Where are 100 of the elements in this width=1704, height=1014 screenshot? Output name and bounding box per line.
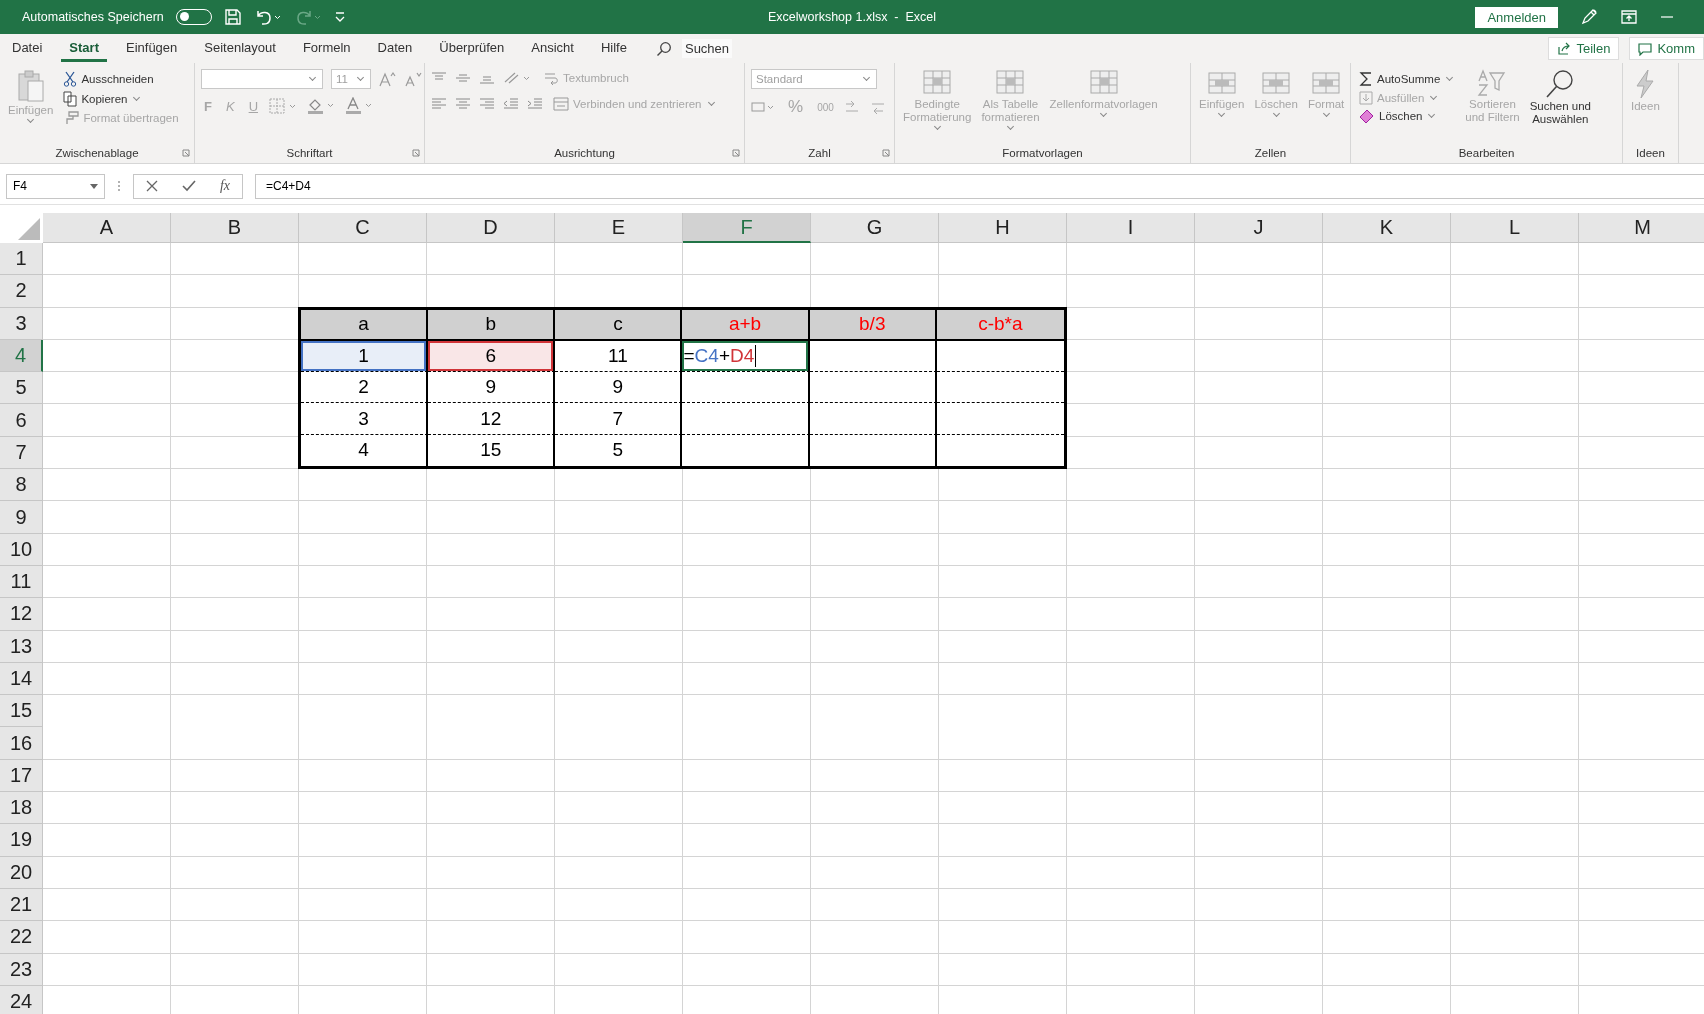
decrease-indent-icon[interactable] xyxy=(503,97,519,111)
table-header-cell: b xyxy=(428,309,556,341)
table-header-cell: b/3 xyxy=(809,309,937,341)
search-field[interactable]: Suchen xyxy=(681,39,733,58)
table-header-cell: c-b*a xyxy=(936,309,1064,341)
name-box[interactable]: F4 xyxy=(6,173,105,199)
sign-in-button[interactable]: Anmelden xyxy=(1475,6,1558,28)
ribbon-tab[interactable]: Datei xyxy=(4,35,51,62)
row-header[interactable]: 19 xyxy=(0,824,43,857)
align-left-icon[interactable] xyxy=(431,97,447,111)
column-header[interactable]: G xyxy=(811,213,939,243)
row-header[interactable]: 17 xyxy=(0,759,43,793)
column-header[interactable]: D xyxy=(427,213,555,243)
row-header[interactable]: 5 xyxy=(0,372,43,405)
formula-edit-cell[interactable]: =C4+D4 xyxy=(682,340,810,373)
row-header[interactable]: 11 xyxy=(0,565,43,599)
row-header[interactable]: 23 xyxy=(0,953,43,986)
dialog-launcher-icon[interactable] xyxy=(882,149,890,157)
ribbon-tab[interactable]: Überprüfen xyxy=(431,35,513,62)
cells-grid-icon xyxy=(1311,69,1342,97)
align-right-icon[interactable] xyxy=(479,97,495,111)
dialog-launcher-icon[interactable] xyxy=(732,149,740,157)
group-label: Zwischenablage xyxy=(55,147,139,159)
wrap-text-icon xyxy=(543,70,559,86)
cut-button[interactable]: Ausschneiden xyxy=(61,70,181,88)
select-all-icon[interactable] xyxy=(18,218,40,240)
row-header[interactable]: 4 xyxy=(0,339,43,373)
increase-decimal-icon[interactable] xyxy=(844,99,861,115)
group-label: Schriftart xyxy=(286,147,333,159)
group-label: Bearbeiten xyxy=(1458,147,1515,159)
share-icon xyxy=(1557,41,1572,56)
row-header[interactable]: 12 xyxy=(0,598,43,631)
ribbon-tab[interactable]: Daten xyxy=(369,35,421,62)
column-header[interactable]: C xyxy=(299,213,427,243)
find-select-button[interactable]: Suchen und Auswählen xyxy=(1527,67,1593,126)
copy-button[interactable]: Kopieren xyxy=(61,90,181,108)
column-header[interactable]: H xyxy=(939,213,1067,243)
autosum-button[interactable]: AutoSumme xyxy=(1357,70,1458,88)
save-icon[interactable] xyxy=(223,8,242,26)
ribbon-tab[interactable]: Seitenlayout xyxy=(196,35,284,62)
row-header[interactable]: 7 xyxy=(0,436,43,470)
row-header[interactable]: 20 xyxy=(0,856,43,889)
column-header[interactable]: F xyxy=(683,213,811,243)
table-cell: 9 xyxy=(555,372,683,404)
font-name-field[interactable] xyxy=(201,69,323,89)
row-header[interactable]: 14 xyxy=(0,662,43,696)
grow-font-icon[interactable] xyxy=(379,71,397,87)
cancel-icon[interactable] xyxy=(145,180,158,192)
row-header[interactable]: 10 xyxy=(0,533,43,566)
ribbon-display-icon[interactable] xyxy=(1620,9,1638,25)
row-header[interactable]: 15 xyxy=(0,695,43,728)
row-header[interactable]: 2 xyxy=(0,275,43,308)
ribbon-tab[interactable]: Ansicht xyxy=(523,35,582,62)
group-label: Ideen xyxy=(1636,147,1665,159)
formula-field[interactable]: =C4+D4 xyxy=(255,173,1704,199)
dialog-launcher-icon[interactable] xyxy=(412,149,420,157)
ribbon-tab[interactable]: Einfügen xyxy=(118,35,186,62)
clipboard-icon xyxy=(15,69,46,103)
dialog-launcher-icon[interactable] xyxy=(182,149,190,157)
row-header[interactable]: 3 xyxy=(0,307,43,340)
table-cell: 6 xyxy=(428,340,556,373)
pen-icon[interactable] xyxy=(1580,8,1598,26)
table-cell: 3 xyxy=(301,403,429,435)
align-center-icon[interactable] xyxy=(455,97,471,111)
row-header[interactable]: 8 xyxy=(0,469,43,502)
customize-toolbar-icon[interactable] xyxy=(333,10,346,24)
row-header[interactable]: 24 xyxy=(0,985,43,1014)
table-header-cell: a xyxy=(301,309,429,341)
merge-cells-icon xyxy=(553,96,569,112)
table-cell: 4 xyxy=(301,434,429,467)
column-header[interactable]: M xyxy=(1579,213,1704,243)
row-header[interactable]: 16 xyxy=(0,727,43,760)
row-header[interactable]: 22 xyxy=(0,921,43,954)
share-button[interactable]: Teilen xyxy=(1548,37,1620,60)
checkmark-icon[interactable] xyxy=(181,180,196,192)
row-header[interactable]: 21 xyxy=(0,888,43,922)
ribbon-tab[interactable]: Formeln xyxy=(294,35,359,62)
column-header[interactable]: J xyxy=(1195,213,1323,243)
shrink-font-icon[interactable] xyxy=(405,71,423,87)
row-header[interactable]: 18 xyxy=(0,792,43,825)
row-header[interactable]: 13 xyxy=(0,630,43,663)
increase-indent-icon[interactable] xyxy=(527,97,543,111)
column-header[interactable]: A xyxy=(43,213,171,243)
row-header[interactable]: 6 xyxy=(0,404,43,437)
scissors-icon xyxy=(63,71,78,87)
column-header[interactable]: K xyxy=(1323,213,1451,243)
table-grid-icon xyxy=(995,69,1026,97)
column-header[interactable]: I xyxy=(1067,213,1195,243)
ribbon-tab[interactable]: Hilfe xyxy=(592,35,635,62)
clear-button[interactable]: Löschen xyxy=(1357,108,1458,124)
column-header[interactable]: B xyxy=(171,213,299,243)
row-header[interactable]: 1 xyxy=(0,243,43,276)
table-cell: 9 xyxy=(428,372,556,404)
align-middle-icon[interactable] xyxy=(455,71,471,85)
comments-button[interactable]: Komm xyxy=(1629,37,1704,60)
column-header[interactable]: L xyxy=(1451,213,1579,243)
search-icon[interactable] xyxy=(655,40,672,57)
column-header[interactable]: E xyxy=(555,213,683,243)
row-header[interactable]: 9 xyxy=(0,501,43,534)
insert-function-button[interactable]: fx xyxy=(219,178,230,194)
